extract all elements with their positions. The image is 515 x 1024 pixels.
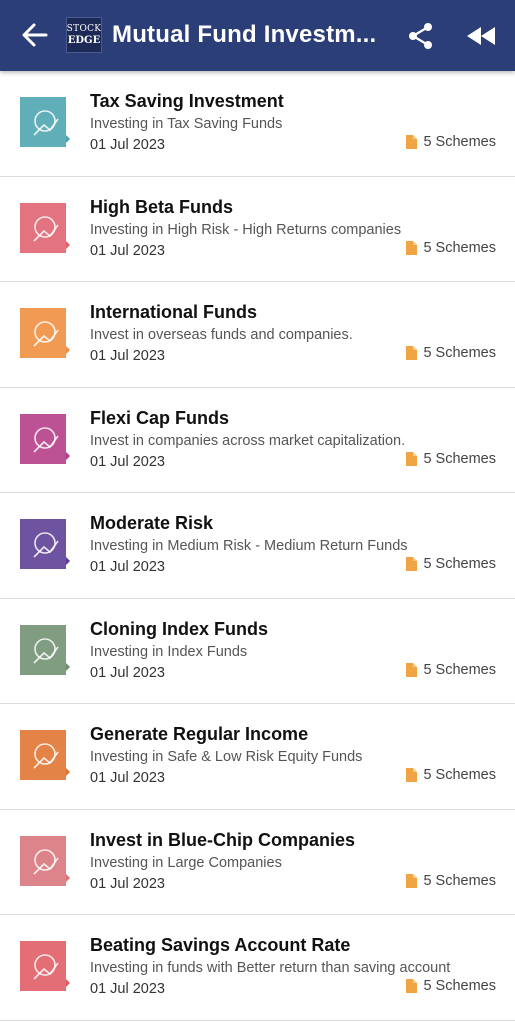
schemes-count: 5 Schemes (406, 873, 496, 889)
fund-category-row[interactable]: High Beta Funds Investing in High Risk - … (0, 176, 515, 282)
fund-category-row[interactable]: Beating Savings Account Rate Investing in… (0, 915, 515, 1021)
schemes-count: 5 Schemes (406, 556, 496, 572)
app-bar: STOCK EDGE Mutual Fund Investm... (0, 0, 515, 71)
category-description: Investing in Index Funds (90, 643, 248, 660)
category-description: Investing in High Risk - High Returns co… (90, 221, 402, 238)
schemes-count: 5 Schemes (406, 134, 496, 150)
fund-category-row[interactable]: Generate Regular Income Investing in Safe… (0, 704, 515, 810)
category-description: Invest in companies across market capita… (90, 432, 406, 449)
file-icon (406, 662, 418, 677)
file-icon (406, 557, 418, 571)
category-description: Investing in Large Companies (90, 854, 282, 871)
schemes-count: 5 Schemes (406, 240, 496, 256)
schemes-label: 5 Schemes (423, 661, 496, 678)
category-name: Flexi Cap Funds (90, 407, 230, 428)
rewind-icon[interactable] (466, 26, 496, 46)
regular-income-icon (20, 730, 70, 780)
category-name: Invest in Blue-Chip Companies (90, 829, 356, 850)
category-description: Investing in Safe & Low Risk Equity Fund… (90, 749, 363, 765)
fund-category-row[interactable]: Cloning Index Funds Investing in Index Fu… (0, 598, 515, 704)
file-icon (406, 346, 418, 360)
schemes-label: 5 Schemes (423, 450, 496, 467)
file-icon (406, 240, 418, 255)
category-description: Investing in Tax Saving Funds (90, 116, 283, 132)
moderate-risk-icon (20, 519, 70, 569)
logo-line-1: STOCK (66, 23, 102, 34)
category-date: 01 Jul 2023 (90, 348, 165, 364)
category-name: International Funds (90, 302, 258, 322)
blue-chip-icon (20, 835, 70, 886)
category-name: High Beta Funds (90, 196, 233, 217)
file-icon (406, 768, 418, 782)
stockedge-logo: STOCK EDGE (66, 17, 102, 53)
tax-saving-icon (20, 97, 70, 147)
schemes-count: 5 Schemes (406, 345, 496, 361)
category-name: Generate Regular Income (90, 724, 309, 744)
schemes-label: 5 Schemes (423, 239, 496, 256)
file-icon (406, 979, 418, 993)
category-date: 01 Jul 2023 (90, 137, 165, 153)
category-date: 01 Jul 2023 (90, 559, 165, 575)
category-name: Beating Savings Account Rate (90, 935, 351, 955)
savings-icon (20, 941, 70, 991)
category-date: 01 Jul 2023 (90, 453, 165, 470)
back-arrow-icon[interactable] (22, 22, 48, 48)
schemes-count: 5 Schemes (406, 451, 496, 467)
category-description: Investing in Medium Risk - Medium Return… (90, 538, 408, 554)
category-date: 01 Jul 2023 (90, 770, 165, 786)
category-name: Cloning Index Funds (90, 618, 268, 639)
fund-category-row[interactable]: International Funds Invest in overseas fu… (0, 282, 515, 388)
category-date: 01 Jul 2023 (90, 875, 165, 892)
page-title: Mutual Fund Investm... (112, 21, 377, 48)
category-description: Invest in overseas funds and companies. (90, 327, 353, 343)
category-description: Investing in funds with Better return th… (90, 960, 451, 976)
index-fund-icon (20, 624, 70, 675)
schemes-label: 5 Schemes (423, 134, 496, 150)
schemes-count: 5 Schemes (406, 767, 496, 783)
category-name: Moderate Risk (90, 513, 214, 533)
logo-line-2: EDGE (67, 34, 101, 46)
category-date: 01 Jul 2023 (90, 664, 165, 681)
fund-category-list: Tax Saving Investment Investing in Tax Sa… (0, 71, 515, 1021)
fund-category-row[interactable]: Moderate Risk Investing in Medium Risk - … (0, 493, 515, 599)
file-icon (406, 451, 418, 466)
category-date: 01 Jul 2023 (90, 981, 165, 997)
fund-category-row[interactable]: Flexi Cap Funds Invest in companies acros… (0, 387, 515, 493)
category-date: 01 Jul 2023 (90, 242, 165, 259)
flexi-cap-icon (20, 413, 70, 464)
share-icon[interactable] (408, 22, 434, 50)
file-icon (406, 135, 418, 149)
schemes-label: 5 Schemes (423, 345, 496, 361)
category-name: Tax Saving Investment (90, 91, 284, 111)
high-beta-icon (20, 202, 70, 253)
schemes-count: 5 Schemes (406, 662, 496, 678)
schemes-label: 5 Schemes (423, 556, 496, 572)
schemes-label: 5 Schemes (423, 978, 496, 994)
fund-category-row[interactable]: Invest in Blue-Chip Companies Investing i… (0, 809, 515, 915)
fund-category-row[interactable]: Tax Saving Investment Investing in Tax Sa… (0, 71, 515, 177)
file-icon (406, 873, 418, 888)
schemes-label: 5 Schemes (423, 767, 496, 783)
schemes-label: 5 Schemes (423, 872, 496, 889)
globe-icon (20, 308, 70, 358)
schemes-count: 5 Schemes (406, 978, 496, 994)
